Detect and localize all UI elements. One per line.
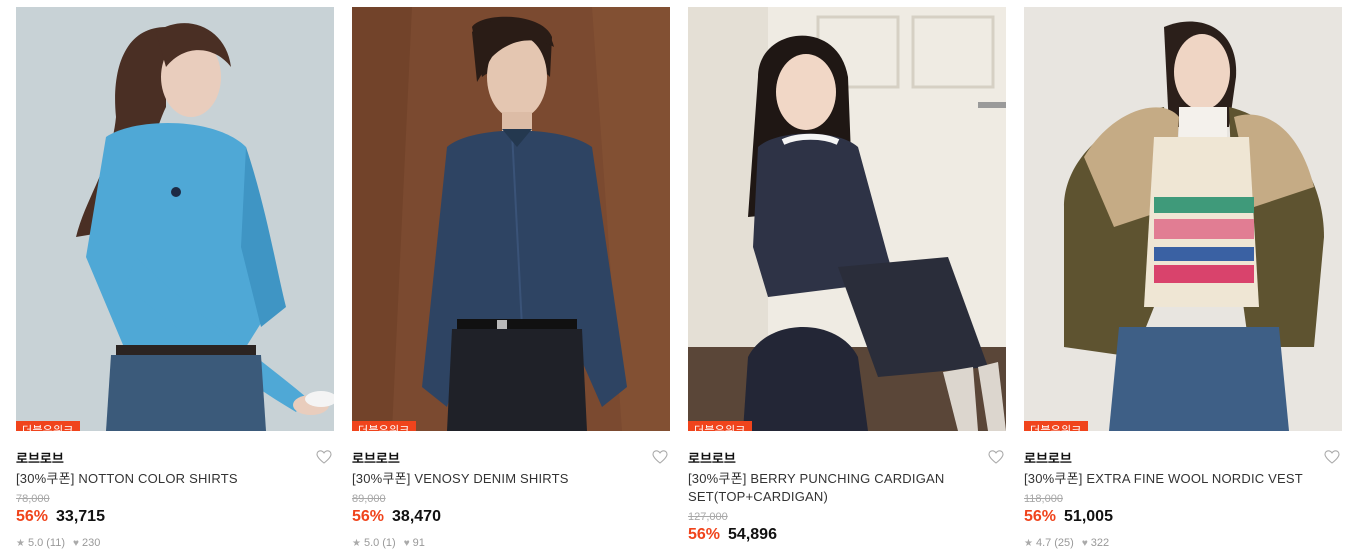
discount-rate: 56%: [352, 508, 385, 525]
promo-badge: 더블유위크: [16, 421, 80, 431]
star-icon: ★: [352, 537, 361, 549]
promo-badge: 더블유위크: [1024, 421, 1088, 431]
star-icon: ★: [16, 537, 25, 549]
brand-name[interactable]: 로브로브: [352, 448, 400, 467]
original-price: 127,000: [688, 511, 728, 523]
product-image[interactable]: 더블유위크: [352, 7, 670, 431]
promo-badge: 더블유위크: [688, 421, 752, 431]
product-card[interactable]: 더블유위크 로브로브 [30%쿠폰] BERRY PUNCHING CARDIG…: [688, 7, 1006, 557]
product-grid: 더블유위크 로브로브 [30%쿠폰] NOTTON COLOR SHIRTS 7…: [16, 7, 1342, 557]
star-icon: ★: [1024, 537, 1033, 549]
discount-rate: 56%: [16, 508, 49, 525]
sale-price: 51,005: [1064, 508, 1113, 525]
product-meta: ★ 5.0 (11) ♥ 230: [16, 536, 334, 550]
product-name[interactable]: [30%쿠폰] VENOSY DENIM SHIRTS: [352, 470, 670, 488]
heart-filled-icon: ♥: [1081, 537, 1088, 549]
sale-price: 38,470: [392, 508, 441, 525]
product-meta: ★ 5.0 (1) ♥ 91: [352, 536, 670, 550]
like-count: 91: [412, 537, 425, 549]
product-card[interactable]: 더블유위크 로브로브 [30%쿠폰] EXTRA FINE WOOL NORDI…: [1024, 7, 1342, 557]
rating: 4.7: [1035, 537, 1052, 549]
discount-rate: 56%: [688, 526, 721, 543]
original-price: 89,000: [352, 493, 386, 505]
product-name[interactable]: [30%쿠폰] NOTTON COLOR SHIRTS: [16, 470, 334, 488]
sale-price: 54,896: [728, 526, 777, 543]
product-name[interactable]: [30%쿠폰] BERRY PUNCHING CARDIGAN SET(TOP+…: [688, 470, 1006, 506]
product-meta: ★ 4.7 (25) ♥ 322: [1024, 536, 1342, 550]
brand-name[interactable]: 로브로브: [688, 448, 736, 467]
review-count: (11): [46, 537, 66, 549]
heart-outline-icon[interactable]: [652, 449, 668, 465]
product-card[interactable]: 더블유위크 로브로브 [30%쿠폰] VENOSY DENIM SHIRTS 8…: [352, 7, 670, 557]
heart-outline-icon[interactable]: [988, 449, 1004, 465]
heart-filled-icon: ♥: [403, 537, 410, 549]
product-name[interactable]: [30%쿠폰] EXTRA FINE WOOL NORDIC VEST: [1024, 470, 1342, 488]
promo-badge: 더블유위크: [352, 421, 416, 431]
original-price: 78,000: [16, 493, 50, 505]
heart-filled-icon: ♥: [73, 537, 79, 549]
discount-rate: 56%: [1024, 508, 1057, 525]
brand-name[interactable]: 로브로브: [1024, 448, 1072, 467]
heart-outline-icon[interactable]: [1324, 449, 1340, 465]
brand-name[interactable]: 로브로브: [16, 448, 64, 467]
rating: 5.0: [27, 537, 44, 549]
sale-price: 33,715: [56, 508, 105, 525]
rating: 5.0: [363, 537, 380, 549]
heart-outline-icon[interactable]: [316, 449, 332, 465]
review-count: (25): [1054, 537, 1074, 549]
original-price: 118,000: [1024, 493, 1063, 505]
review-count: (1): [382, 537, 396, 549]
product-card[interactable]: 더블유위크 로브로브 [30%쿠폰] NOTTON COLOR SHIRTS 7…: [16, 7, 334, 557]
product-image[interactable]: 더블유위크: [1024, 7, 1342, 431]
product-image[interactable]: 더블유위크: [16, 7, 334, 431]
product-image[interactable]: 더블유위크: [688, 7, 1006, 431]
like-count: 322: [1090, 537, 1110, 549]
like-count: 230: [81, 537, 101, 549]
